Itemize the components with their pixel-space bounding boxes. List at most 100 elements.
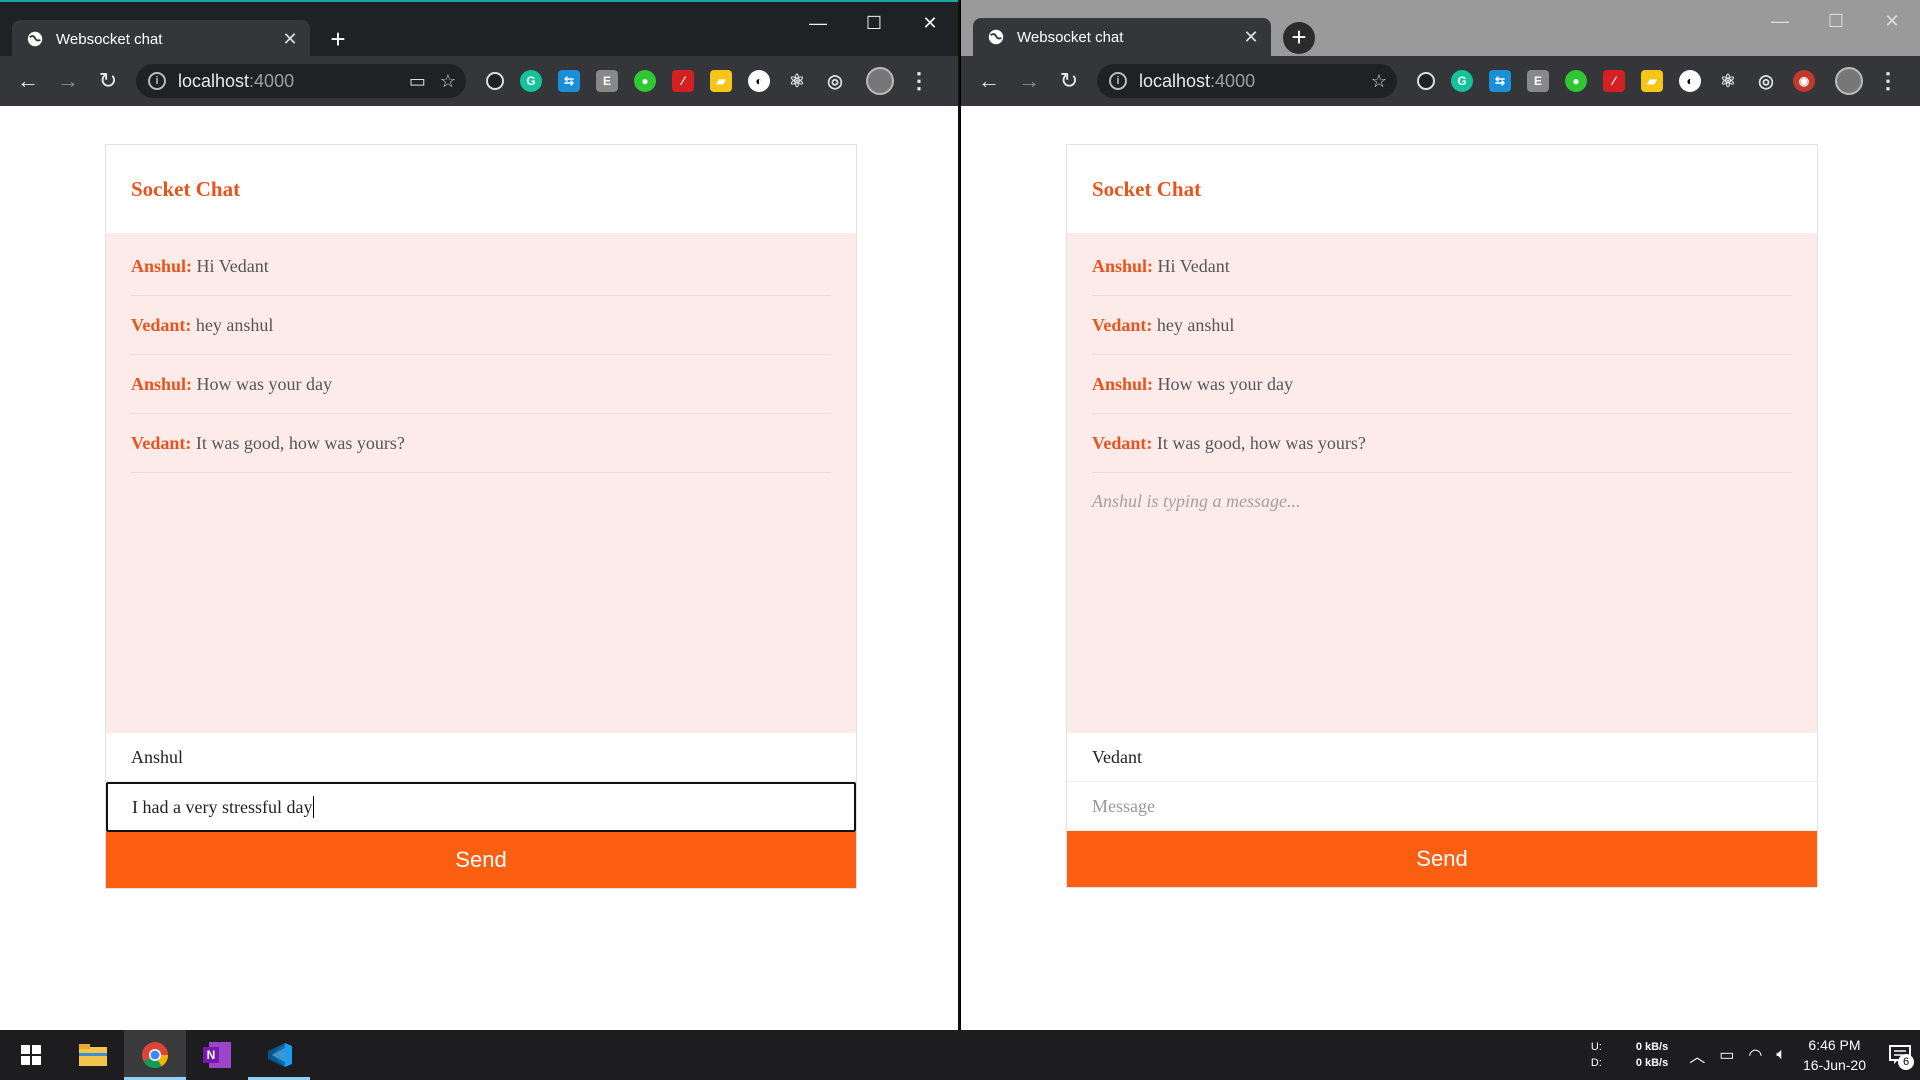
chat-message: Vedant: It was good, how was yours? [1092, 414, 1792, 473]
chat-header: Socket Chat [106, 145, 856, 233]
new-tab-button[interactable]: + [1283, 22, 1315, 54]
handle-input[interactable]: Anshul [106, 733, 856, 782]
wifi-icon[interactable]: ◠ [1748, 1045, 1762, 1065]
back-icon[interactable]: ← [10, 63, 46, 99]
chat-window: Anshul: Hi Vedant Vedant: hey anshul Ans… [1067, 233, 1817, 733]
react-icon[interactable]: ⚛ [1717, 70, 1739, 92]
net-download-label: D: [1590, 1057, 1602, 1069]
forward-icon[interactable]: → [1011, 63, 1047, 99]
maximize-icon[interactable]: ☐ [1808, 6, 1864, 36]
reload-icon[interactable]: ↻ [90, 63, 126, 99]
extension-icon[interactable] [486, 72, 504, 90]
extension-icon[interactable]: ◉ [1793, 70, 1815, 92]
extension-icon[interactable]: ⇆ [1489, 70, 1511, 92]
extension-icon[interactable]: ● [634, 70, 656, 92]
notifications-button[interactable]: 6 [1880, 1030, 1920, 1080]
info-icon[interactable]: i [1109, 72, 1127, 90]
handle-input[interactable]: Vedant [1067, 733, 1817, 782]
star-icon[interactable]: ☆ [440, 71, 456, 92]
extension-icon[interactable]: ▰ [1641, 70, 1663, 92]
message-text: Hi Vedant [1157, 256, 1230, 276]
typing-indicator: Anshul is typing a message... [1092, 491, 1301, 511]
message-text: How was your day [1157, 374, 1294, 394]
star-icon[interactable]: ☆ [1371, 71, 1387, 92]
browser-tab[interactable]: Websocket chat ✕ [973, 18, 1271, 56]
message-text: It was good, how was yours? [1156, 433, 1366, 453]
message-text: Hi Vedant [196, 256, 269, 276]
extension-icon[interactable]: E [1527, 70, 1549, 92]
extension-icon[interactable]: ◐ [748, 70, 770, 92]
message-placeholder: Message [1092, 795, 1155, 816]
message-sender: Anshul: [1092, 256, 1154, 276]
target-icon[interactable]: ◎ [824, 70, 846, 92]
chat-header: Socket Chat [1067, 145, 1817, 233]
message-sender: Vedant: [131, 433, 192, 453]
chat-title: Socket Chat [131, 176, 241, 201]
extension-icon[interactable]: ⁄ [672, 70, 694, 92]
close-window-icon[interactable]: ✕ [1864, 6, 1920, 36]
extension-icon[interactable]: ▰ [710, 70, 732, 92]
react-icon[interactable]: ⚛ [786, 70, 808, 92]
windows-icon [21, 1045, 41, 1065]
onenote-button[interactable]: N [186, 1030, 248, 1080]
tab-strip: Websocket chat ✕ + — ☐ ✕ [961, 0, 1920, 56]
menu-icon[interactable]: ⋮ [1877, 68, 1899, 94]
extension-icon[interactable]: ● [1565, 70, 1587, 92]
clock[interactable]: 6:46 PM 16-Jun-20 [1803, 1035, 1866, 1075]
extension-icon[interactable] [1417, 72, 1435, 90]
menu-icon[interactable]: ⋮ [908, 68, 930, 94]
handle-value: Vedant [1092, 746, 1142, 767]
cast-icon[interactable]: ▭ [409, 71, 426, 92]
forward-icon[interactable]: → [50, 63, 86, 99]
send-button[interactable]: Send [1067, 831, 1817, 887]
battery-icon[interactable]: ▭ [1719, 1045, 1734, 1065]
extension-icon[interactable]: ◐ [1679, 70, 1701, 92]
minimize-icon[interactable]: — [790, 8, 846, 38]
reload-icon[interactable]: ↻ [1051, 63, 1087, 99]
extension-icon[interactable]: ⇆ [558, 70, 580, 92]
chat-window: Anshul: Hi Vedant Vedant: hey anshul Ans… [106, 233, 856, 733]
folder-icon [79, 1044, 107, 1066]
taskbar: N U: D: 0 kB/s 0 kB/s ︿ ▭ ◠ 🔈︎ 6:46 PM 1… [0, 1030, 1920, 1080]
maximize-icon[interactable]: ☐ [846, 8, 902, 38]
message-sender: Vedant: [1092, 433, 1153, 453]
net-speed: U: D: 0 kB/s 0 kB/s [1591, 1039, 1668, 1071]
target-icon[interactable]: ◎ [1755, 70, 1777, 92]
message-text: It was good, how was yours? [195, 433, 405, 453]
net-download-value: 0 kB/s [1635, 1057, 1669, 1069]
file-explorer-button[interactable] [62, 1030, 124, 1080]
volume-icon[interactable]: 🔈︎ [1776, 1046, 1786, 1064]
chrome-button[interactable] [124, 1030, 186, 1080]
back-icon[interactable]: ← [971, 63, 1007, 99]
message-sender: Anshul: [1092, 374, 1154, 394]
address-bar[interactable]: i localhost:4000 ▭ ☆ [136, 64, 466, 98]
minimize-icon[interactable]: — [1752, 6, 1808, 36]
browser-toolbar: ← → ↻ i localhost:4000 ☆ G ⇆ E ● ⁄ ▰ ◐ ⚛… [961, 56, 1920, 106]
onenote-icon: N [203, 1042, 231, 1068]
message-input[interactable]: Message [1067, 782, 1817, 831]
extension-icon[interactable]: E [596, 70, 618, 92]
chevron-up-icon[interactable]: ︿ [1689, 1043, 1705, 1067]
avatar[interactable] [1835, 67, 1863, 95]
message-input[interactable]: I had a very stressful day [106, 782, 856, 832]
start-button[interactable] [0, 1030, 62, 1080]
close-tab-icon[interactable]: ✕ [1241, 27, 1261, 48]
close-tab-icon[interactable]: ✕ [280, 29, 300, 50]
send-button[interactable]: Send [106, 832, 856, 888]
tab-strip: Websocket chat ✕ + — ☐ ✕ [0, 0, 958, 58]
info-icon[interactable]: i [148, 72, 166, 90]
avatar[interactable] [866, 67, 894, 95]
extension-icon[interactable]: ⁄ [1603, 70, 1625, 92]
browser-tab[interactable]: Websocket chat ✕ [12, 20, 310, 58]
message-sender: Anshul: [131, 374, 193, 394]
vscode-button[interactable] [248, 1030, 310, 1080]
grammarly-icon[interactable]: G [1451, 70, 1473, 92]
chrome-icon [142, 1042, 169, 1069]
grammarly-icon[interactable]: G [520, 70, 542, 92]
chat-title: Socket Chat [1092, 176, 1202, 201]
close-window-icon[interactable]: ✕ [902, 8, 958, 38]
new-tab-button[interactable]: + [322, 24, 354, 56]
svg-text:N: N [207, 1048, 216, 1062]
chat-message: Anshul: Hi Vedant [1092, 237, 1792, 296]
address-bar[interactable]: i localhost:4000 ☆ [1097, 64, 1397, 98]
